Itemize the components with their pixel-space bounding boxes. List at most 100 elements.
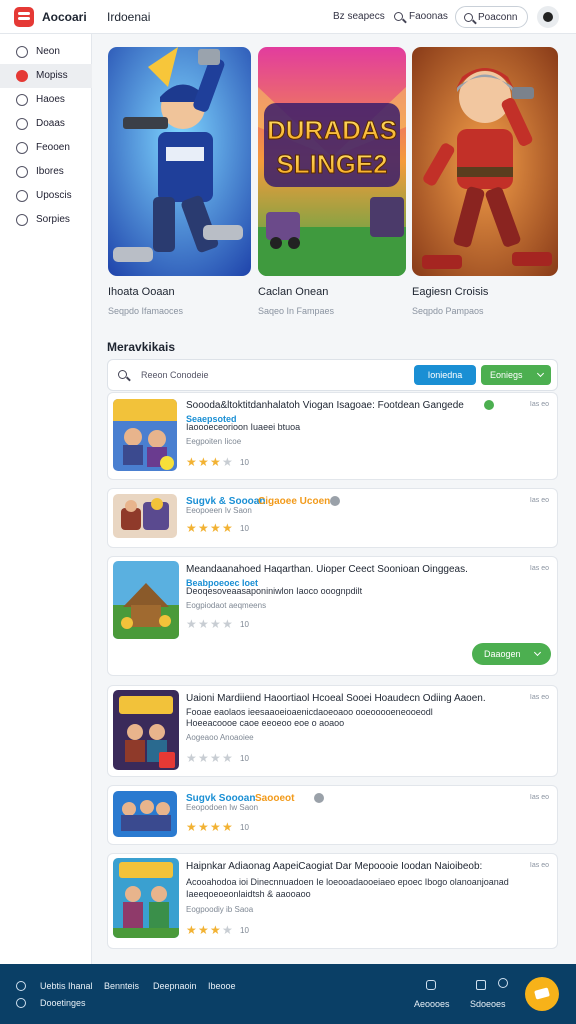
hero-art-hero bbox=[412, 47, 558, 276]
list-item-4[interactable]: Uaioni Mardiiend Haoortiaol Hcoeal Sooei… bbox=[107, 685, 558, 777]
sidebar-item-label: Sorpies bbox=[36, 214, 70, 225]
star-icon: ★ bbox=[186, 455, 197, 469]
list-item-thumbnail bbox=[113, 791, 177, 837]
list-item-title[interactable]: Uaioni Mardiiend Haoortiaol Hcoeal Sooei… bbox=[186, 693, 486, 704]
list-item-thumbnail bbox=[113, 399, 177, 471]
get-button[interactable]: Daaogen bbox=[472, 643, 551, 665]
star-icon: ★ bbox=[222, 923, 233, 937]
hero-card-2-title[interactable]: Caclan Onean bbox=[258, 286, 328, 298]
hero-card-3[interactable] bbox=[412, 47, 558, 276]
verified-icon bbox=[484, 400, 494, 410]
get-button-label: Daaogen bbox=[484, 649, 521, 659]
settings-icon bbox=[16, 214, 28, 226]
hero-card-3-title[interactable]: Eagiesn Croisis bbox=[412, 286, 488, 298]
list-item-description-2: Iaeeqoeoeonlaidtsh & aaooaoo bbox=[186, 889, 311, 899]
app-logo-icon[interactable] bbox=[14, 7, 34, 27]
footer-link-3[interactable]: Deepnaoin bbox=[153, 981, 197, 991]
sidebar-item-2[interactable]: Haoes bbox=[0, 88, 92, 112]
list-item-meta: Eogpoodiy ib Saoa bbox=[186, 905, 254, 914]
list-item-meta: Eeopoeen Iv Saon bbox=[186, 506, 252, 515]
sidebar-item-4[interactable]: Feooen bbox=[0, 136, 92, 160]
info-icon bbox=[314, 793, 324, 803]
star-icon: ★ bbox=[186, 820, 197, 834]
people-icon bbox=[16, 166, 28, 178]
list-item-time: Ias eo bbox=[529, 862, 549, 869]
list-item-description: Fooae eaolaos ieesaaoeioaenicdaoeoaoo oo… bbox=[186, 707, 433, 717]
globe-icon[interactable] bbox=[16, 998, 26, 1008]
top-bar: Aocoari Irdoenai Bz seapecs Faoonas Poac… bbox=[0, 0, 576, 34]
list-item-title[interactable]: Haipnkar Adiaonag AapeiCaogiat Dar Mepoo… bbox=[186, 861, 482, 872]
footer-right-2[interactable]: Sdoeoes bbox=[470, 999, 506, 1009]
chat-icon[interactable] bbox=[426, 980, 436, 990]
footer-link-5[interactable]: Dooetinges bbox=[40, 998, 86, 1008]
hero-card-3-subtitle: Seqpdo Pampaos bbox=[412, 306, 484, 316]
list-item-5[interactable]: Sugvk Soooan Saooeot Eeopodoen Iw Saon ★… bbox=[107, 785, 558, 845]
sidebar-item-6[interactable]: Uposcis bbox=[0, 184, 92, 208]
star-icon: ★ bbox=[186, 923, 197, 937]
filter-bar: Reeon Conodeie Ioniedna Eoniegs bbox=[107, 359, 558, 391]
list-item-meta: Aogeaoo Anoaoiee bbox=[186, 733, 254, 742]
star-icon: ★ bbox=[198, 521, 209, 535]
sidebar-item-1[interactable]: Mopiss bbox=[0, 64, 92, 88]
filter-search-input[interactable]: Reeon Conodeie bbox=[141, 370, 209, 380]
footer-link-2[interactable]: Bennteis bbox=[104, 981, 139, 991]
star-icon: ★ bbox=[198, 751, 209, 765]
sidebar-item-7[interactable]: Sorpies bbox=[0, 208, 92, 232]
list-item-time: Ias eo bbox=[529, 401, 549, 408]
text-icon[interactable] bbox=[476, 980, 486, 990]
hero-art-soldier bbox=[108, 47, 251, 276]
sidebar-item-5[interactable]: Ibores bbox=[0, 160, 92, 184]
search-icon bbox=[464, 13, 473, 22]
hero-card-1[interactable] bbox=[108, 47, 251, 276]
filter-green-button[interactable]: Eoniegs bbox=[481, 365, 551, 385]
list-item-title[interactable]: Meandaanahoed Haqarthan. Uioper Ceect So… bbox=[186, 564, 468, 575]
list-item-2[interactable]: Sugvk & Soooan Cigaoee Ucoen Eeopoeen Iv… bbox=[107, 488, 558, 548]
search-button-label: Poaconn bbox=[478, 12, 518, 23]
info-icon bbox=[330, 496, 340, 506]
sidebar-item-0[interactable]: Neon bbox=[0, 40, 92, 64]
hero-card-2[interactable]: DURADAS SLINGE2 bbox=[258, 47, 406, 276]
sidebar-item-label: Doaas bbox=[36, 118, 65, 129]
sidebar-item-3[interactable]: Doaas bbox=[0, 112, 92, 136]
list-item-thumbnail bbox=[113, 858, 179, 938]
rating-value: 10 bbox=[240, 926, 249, 935]
search-icon[interactable] bbox=[394, 12, 403, 21]
sidebar-item-label: Uposcis bbox=[36, 190, 72, 201]
list-item-meta: Eogpiodaot aeqmeens bbox=[186, 601, 267, 610]
search-icon bbox=[118, 370, 127, 379]
list-item-1[interactable]: Soooda&ltoktitdanhalatoh Viogan Isagoae:… bbox=[107, 392, 558, 480]
rocket-icon[interactable] bbox=[498, 978, 508, 988]
target-icon bbox=[16, 190, 28, 202]
search-button[interactable]: Poaconn bbox=[455, 6, 528, 28]
footer-right-1[interactable]: Aeoooes bbox=[414, 999, 450, 1009]
list-item-description: Deoqesoveaasaponiniwlon Iaoco ooognpdilt bbox=[186, 586, 363, 596]
game-icon bbox=[16, 70, 28, 82]
list-item-thumbnail bbox=[113, 690, 179, 770]
rating-value: 10 bbox=[240, 823, 249, 832]
filter-blue-button[interactable]: Ioniedna bbox=[414, 365, 476, 385]
star-icon: ★ bbox=[186, 617, 197, 631]
star-icon: ★ bbox=[222, 751, 233, 765]
app-name: Aocoari bbox=[42, 10, 87, 24]
sidebar: Neon Mopiss Haoes Doaas Feooen Ibores Up… bbox=[0, 34, 92, 964]
list-item-thumbnail bbox=[113, 494, 177, 538]
star-icon: ★ bbox=[222, 521, 233, 535]
sidebar-item-label: Ibores bbox=[36, 166, 64, 177]
star-icon: ★ bbox=[222, 820, 233, 834]
settings-icon[interactable] bbox=[16, 981, 26, 991]
chat-fab-button[interactable] bbox=[525, 977, 559, 1011]
star-icon: ★ bbox=[198, 923, 209, 937]
hero-card-2-subtitle: Saqeo In Fampaes bbox=[258, 306, 335, 316]
top-link-2[interactable]: Faoonas bbox=[409, 11, 448, 22]
list-item-meta: Eeopodoen Iw Saon bbox=[186, 803, 259, 812]
footer-link-4[interactable]: Ibeooe bbox=[208, 981, 236, 991]
rating-value: 10 bbox=[240, 754, 249, 763]
list-item-6[interactable]: Haipnkar Adiaonag AapeiCaogiat Dar Mepoo… bbox=[107, 853, 558, 949]
avatar[interactable] bbox=[537, 6, 559, 28]
rating-value: 10 bbox=[240, 524, 249, 533]
footer-link-1[interactable]: Uebtis Ihanal bbox=[40, 981, 93, 991]
hero-card-1-title[interactable]: Ihoata Ooaan bbox=[108, 286, 175, 298]
section-title: Meravkikais bbox=[107, 340, 176, 354]
top-link-1[interactable]: Bz seapecs bbox=[333, 11, 385, 22]
list-item-title[interactable]: Soooda&ltoktitdanhalatoh Viogan Isagoae:… bbox=[186, 400, 464, 411]
